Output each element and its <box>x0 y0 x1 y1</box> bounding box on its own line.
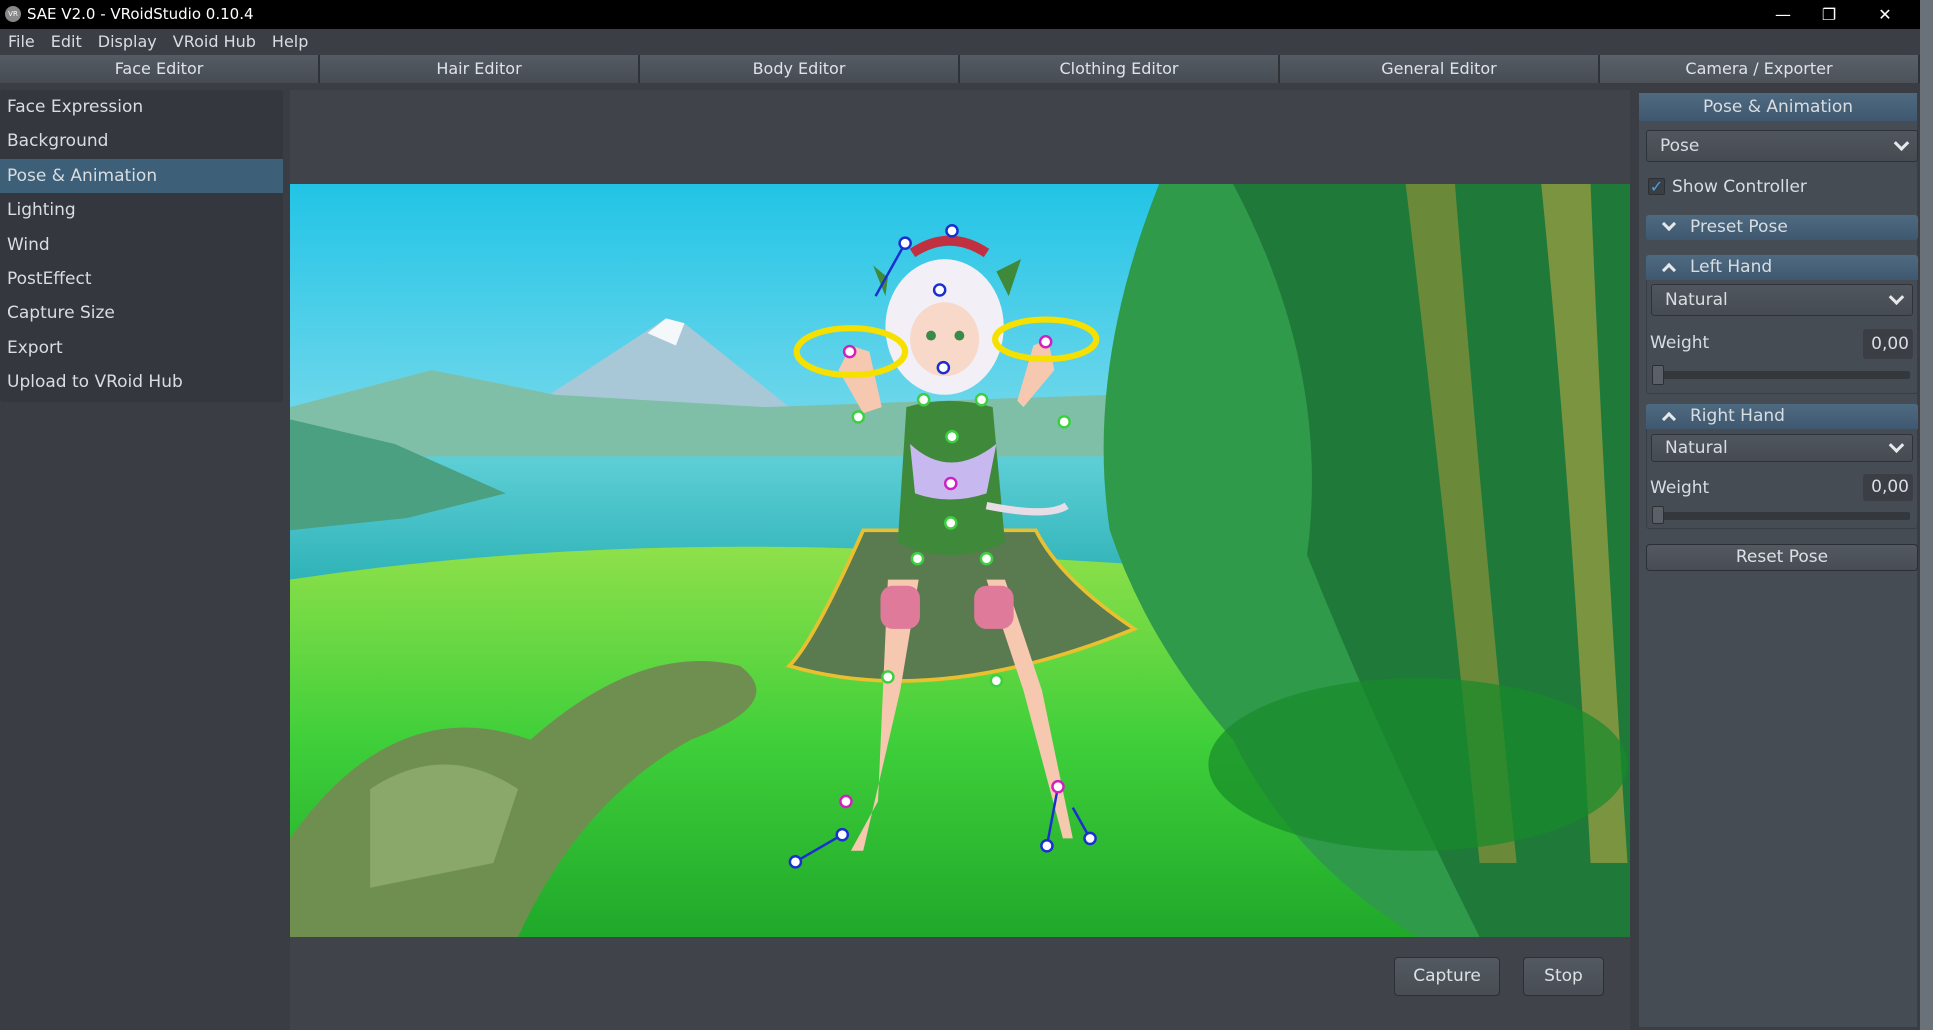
pose-joint-handle[interactable] <box>1083 831 1097 846</box>
pose-joint-handle[interactable] <box>945 429 959 444</box>
tab-hair-editor[interactable]: Hair Editor <box>320 55 640 83</box>
preset-pose-section-header[interactable]: Preset Pose <box>1646 215 1918 240</box>
menu-bar: File Edit Display VRoid Hub Help <box>0 29 1920 55</box>
pose-joint-handle[interactable] <box>989 673 1004 688</box>
panel-title: Pose & Animation <box>1639 93 1917 121</box>
chevron-up-icon <box>1661 262 1677 278</box>
menu-vroid-hub[interactable]: VRoid Hub <box>165 29 264 51</box>
title-bar: VR SAE V2.0 - VRoidStudio 0.10.4 — ❐ ✕ <box>0 0 1933 29</box>
pose-joint-handle[interactable] <box>898 236 912 250</box>
pose-joint-handle[interactable] <box>1038 334 1053 349</box>
pose-joint-handle[interactable] <box>835 827 850 842</box>
stop-button[interactable]: Stop <box>1523 957 1604 996</box>
preset-pose-label: Preset Pose <box>1690 217 1788 237</box>
right-hand-weight-input[interactable]: 0,00 <box>1863 474 1913 501</box>
show-controller-label: Show Controller <box>1672 177 1807 197</box>
pose-joint-handle[interactable] <box>1057 415 1071 429</box>
tab-face-editor[interactable]: Face Editor <box>0 55 320 83</box>
left-hand-weight-slider-thumb[interactable] <box>1652 365 1664 385</box>
scene-render <box>290 184 1630 937</box>
right-hand-weight-slider-thumb[interactable] <box>1652 506 1664 524</box>
left-hand-weight-input[interactable]: 0,00 <box>1863 329 1913 359</box>
capture-button[interactable]: Capture <box>1394 957 1500 996</box>
window-title: SAE V2.0 - VRoidStudio 0.10.4 <box>27 5 254 23</box>
pose-joint-handle[interactable] <box>979 551 994 566</box>
menu-file[interactable]: File <box>0 29 43 51</box>
restore-icon[interactable]: ❐ <box>1806 0 1852 29</box>
left-hand-weight-label: Weight <box>1650 333 1710 353</box>
3d-viewport[interactable] <box>290 184 1630 937</box>
menu-display[interactable]: Display <box>90 29 165 51</box>
menu-edit[interactable]: Edit <box>43 29 90 51</box>
tab-clothing-editor[interactable]: Clothing Editor <box>960 55 1280 83</box>
pose-joint-handle[interactable] <box>932 283 947 297</box>
pose-joint-handle[interactable] <box>916 392 931 407</box>
chevron-down-icon <box>1888 289 1905 306</box>
sidebar-item-wind[interactable]: Wind <box>0 228 283 262</box>
pose-joint-handle[interactable] <box>788 855 803 869</box>
sidebar-item-background[interactable]: Background <box>0 124 283 158</box>
right-hand-section: Natural Weight 0,00 <box>1646 429 1918 529</box>
left-hand-select[interactable]: Natural <box>1651 284 1913 316</box>
pose-joint-handle[interactable] <box>842 344 857 359</box>
right-hand-label: Right Hand <box>1690 406 1785 426</box>
left-hand-label: Left Hand <box>1690 257 1773 277</box>
pose-joint-handle[interactable] <box>910 551 925 566</box>
sidebar-item-lighting[interactable]: Lighting <box>0 193 283 227</box>
tab-camera-exporter[interactable]: Camera / Exporter <box>1600 55 1920 83</box>
sidebar-item-upload-vroid-hub[interactable]: Upload to VRoid Hub <box>0 365 283 399</box>
right-hand-select-value: Natural <box>1665 438 1728 458</box>
sidebar-item-export[interactable]: Export <box>0 331 283 365</box>
chevron-down-icon <box>1661 216 1677 232</box>
tab-general-editor[interactable]: General Editor <box>1280 55 1600 83</box>
pose-joint-handle[interactable] <box>936 360 951 375</box>
right-hand-weight-label: Weight <box>1650 478 1710 498</box>
left-hand-weight-slider[interactable] <box>1652 371 1910 379</box>
show-controller-checkbox[interactable]: ✓ <box>1648 178 1665 195</box>
pose-joint-handle[interactable] <box>943 516 958 530</box>
sidebar-item-pose-animation[interactable]: Pose & Animation <box>0 158 283 194</box>
chevron-up-icon <box>1661 411 1677 427</box>
chevron-down-icon <box>1888 437 1905 454</box>
pose-joint-handle[interactable] <box>974 392 989 407</box>
close-icon[interactable]: ✕ <box>1862 0 1908 29</box>
left-hand-section-header[interactable]: Left Hand <box>1646 255 1918 280</box>
editor-tabs: Face Editor Hair Editor Body Editor Clot… <box>0 55 1920 83</box>
pose-joint-handle[interactable] <box>1040 839 1054 853</box>
pose-joint-handle[interactable] <box>945 224 959 238</box>
chevron-down-icon <box>1893 135 1910 152</box>
reset-pose-button[interactable]: Reset Pose <box>1646 544 1918 571</box>
background-window-edge <box>1920 0 1933 1030</box>
right-hand-weight-slider[interactable] <box>1652 512 1910 520</box>
pose-joint-handle[interactable] <box>839 794 853 809</box>
mode-select-value: Pose <box>1660 136 1700 156</box>
pose-joint-handle[interactable] <box>881 670 895 684</box>
right-hand-section-header[interactable]: Right Hand <box>1646 404 1918 429</box>
sidebar-item-capture-size[interactable]: Capture Size <box>0 296 283 330</box>
right-hand-select[interactable]: Natural <box>1651 434 1913 462</box>
pose-joint-handle[interactable] <box>851 410 866 424</box>
app-logo-icon: VR <box>5 6 21 22</box>
sidebar-item-posteffect[interactable]: PostEffect <box>0 262 283 296</box>
menu-help[interactable]: Help <box>264 29 316 51</box>
pose-joint-handle[interactable] <box>943 476 958 491</box>
pose-joint-handle[interactable] <box>1051 779 1065 794</box>
tab-body-editor[interactable]: Body Editor <box>640 55 960 83</box>
left-hand-section: Natural Weight 0,00 <box>1646 280 1918 394</box>
mode-select[interactable]: Pose <box>1646 130 1918 162</box>
pose-animation-panel: Pose & Animation Pose ✓ Show Controller … <box>1638 92 1918 1028</box>
sidebar: Face Expression Background Pose & Animat… <box>0 90 283 402</box>
left-hand-select-value: Natural <box>1665 290 1728 310</box>
minimize-icon[interactable]: — <box>1760 0 1806 29</box>
sidebar-item-face-expression[interactable]: Face Expression <box>0 90 283 124</box>
